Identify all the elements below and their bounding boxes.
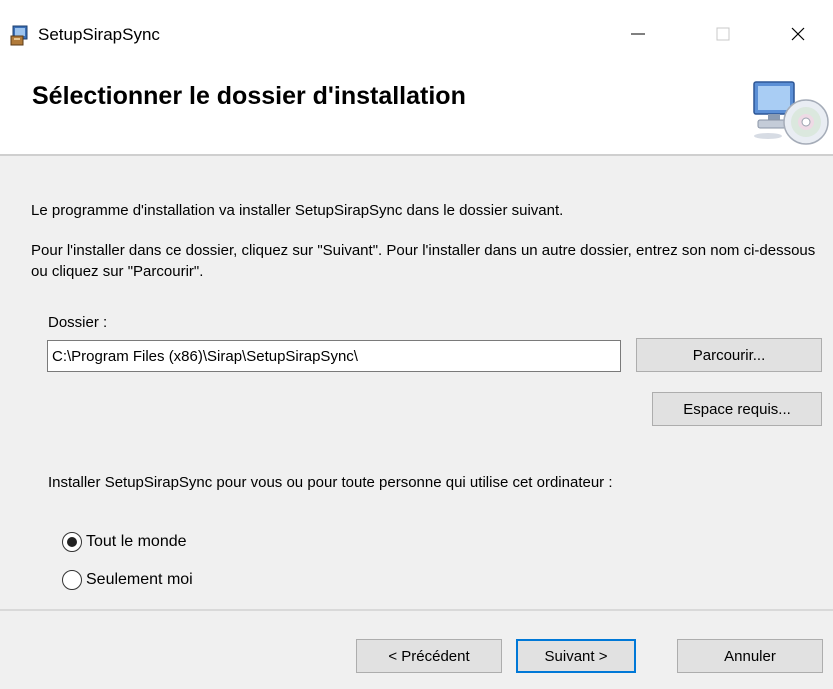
cancel-button[interactable]: Annuler <box>677 639 823 673</box>
maximize-button[interactable] <box>700 14 746 54</box>
dialog-body: Le programme d'installation va installer… <box>0 156 833 609</box>
radio-everyone[interactable] <box>62 532 82 552</box>
next-button[interactable]: Suivant > <box>516 639 636 673</box>
computer-cd-icon <box>753 81 829 145</box>
minimize-icon <box>631 33 645 35</box>
radio-everyone-option[interactable]: Tout le monde <box>62 532 187 552</box>
close-button[interactable] <box>775 14 821 54</box>
window-title: SetupSirapSync <box>38 25 160 44</box>
folder-label: Dossier : <box>48 314 108 331</box>
radio-only-me-option[interactable]: Seulement moi <box>62 570 193 590</box>
radio-only-me-label: Seulement moi <box>86 571 193 588</box>
install-scope-question: Installer SetupSirapSync pour vous ou po… <box>48 474 613 491</box>
intro-text: Le programme d'installation va installer… <box>31 202 564 219</box>
close-icon <box>791 27 805 41</box>
page-title: Sélectionner le dossier d'installation <box>32 82 466 110</box>
minimize-button[interactable] <box>615 14 661 54</box>
browse-button[interactable]: Parcourir... <box>636 338 822 372</box>
dialog-header: Sélectionner le dossier d'installation <box>0 62 833 154</box>
radio-only-me[interactable] <box>62 570 82 590</box>
title-bar: SetupSirapSync <box>0 0 833 62</box>
folder-path-input[interactable] <box>47 340 621 372</box>
previous-button[interactable]: < Précédent <box>356 639 502 673</box>
dialog-footer: < Précédent Suivant > Annuler <box>0 611 833 689</box>
maximize-icon <box>716 27 730 41</box>
radio-selected-dot <box>67 537 77 547</box>
instructions-text: Pour l'installer dans ce dossier, clique… <box>31 242 816 280</box>
radio-everyone-label: Tout le monde <box>86 533 187 550</box>
disk-space-button[interactable]: Espace requis... <box>652 392 822 426</box>
installer-icon <box>10 25 28 46</box>
